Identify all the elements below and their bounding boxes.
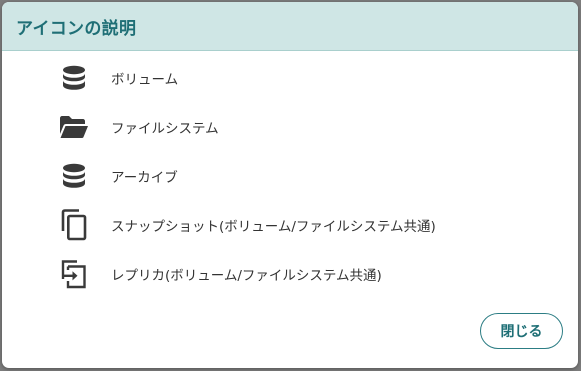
list-item-label: アーカイブ <box>111 170 178 186</box>
list-item-filesystem: ファイルシステム <box>2 107 578 147</box>
list-item-replica: レプリカ(ボリューム/ファイルシステム共通) <box>2 254 578 294</box>
replica-icon <box>59 259 89 289</box>
list-item-label: スナップショット(ボリューム/ファイルシステム共通) <box>111 219 436 235</box>
list-item-archive: アーカイブ <box>2 156 578 196</box>
icon-legend-dialog: アイコンの説明 ボリューム ファイルシステム アーカイブ スナップショット(ボリ… <box>2 2 578 368</box>
list-item-label: ファイルシステム <box>111 121 219 137</box>
list-item-snapshot: スナップショット(ボリューム/ファイルシステム共通) <box>2 205 578 245</box>
dialog-title: アイコンの説明 <box>16 18 137 39</box>
database-icon <box>59 63 89 93</box>
database-icon <box>59 161 89 191</box>
copy-icon <box>59 209 89 241</box>
list-item-volume: ボリューム <box>2 58 578 98</box>
dialog-header: アイコンの説明 <box>2 2 578 51</box>
list-item-label: レプリカ(ボリューム/ファイルシステム共通) <box>111 268 382 284</box>
folder-open-icon <box>59 112 89 142</box>
list-item-label: ボリューム <box>111 72 179 88</box>
close-button[interactable]: 閉じる <box>480 313 563 349</box>
